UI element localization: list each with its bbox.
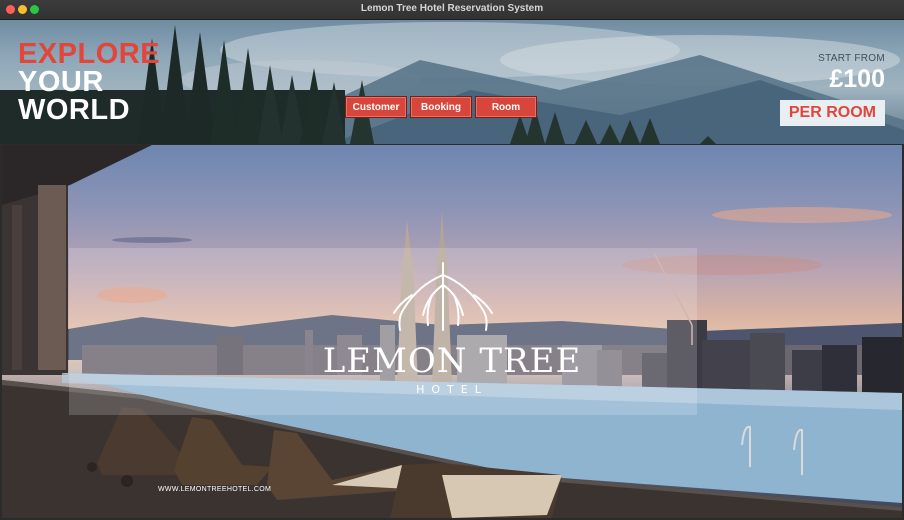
website-url: WWW.LEMONTREEHOTEL.COM xyxy=(158,486,272,493)
app-window: Lemon Tree Hotel Reservation System EXPL… xyxy=(0,0,904,520)
customer-button[interactable]: Customer xyxy=(345,96,407,118)
per-room-badge: PER ROOM xyxy=(779,100,885,126)
room-button[interactable]: Room xyxy=(475,96,537,118)
headline-line-1: EXPLORE xyxy=(18,38,161,70)
window-title: Lemon Tree Hotel Reservation System xyxy=(360,3,544,14)
hero-image: LEMON TREE HOTEL WWW.LEMONTREEHOTEL.COM xyxy=(2,145,902,518)
price-value: £100 xyxy=(829,65,885,93)
title-bar: Lemon Tree Hotel Reservation System xyxy=(0,0,904,20)
booking-button[interactable]: Booking xyxy=(410,96,472,118)
brand-name: LEMON TREE xyxy=(322,341,582,381)
headline-line-2: YOUR xyxy=(18,66,104,98)
main-nav: Customer Booking Room xyxy=(345,96,537,118)
tree-roots-logo-icon xyxy=(393,262,493,331)
header-banner: EXPLORE YOUR WORLD Customer Booking Room… xyxy=(0,20,904,144)
start-from-label: START FROM xyxy=(818,53,885,64)
headline: EXPLORE YOUR WORLD xyxy=(18,38,161,126)
price-block: START FROM £100 PER ROOM xyxy=(779,53,885,126)
headline-line-3: WORLD xyxy=(18,94,131,126)
brand-subtitle: HOTEL xyxy=(416,383,488,396)
